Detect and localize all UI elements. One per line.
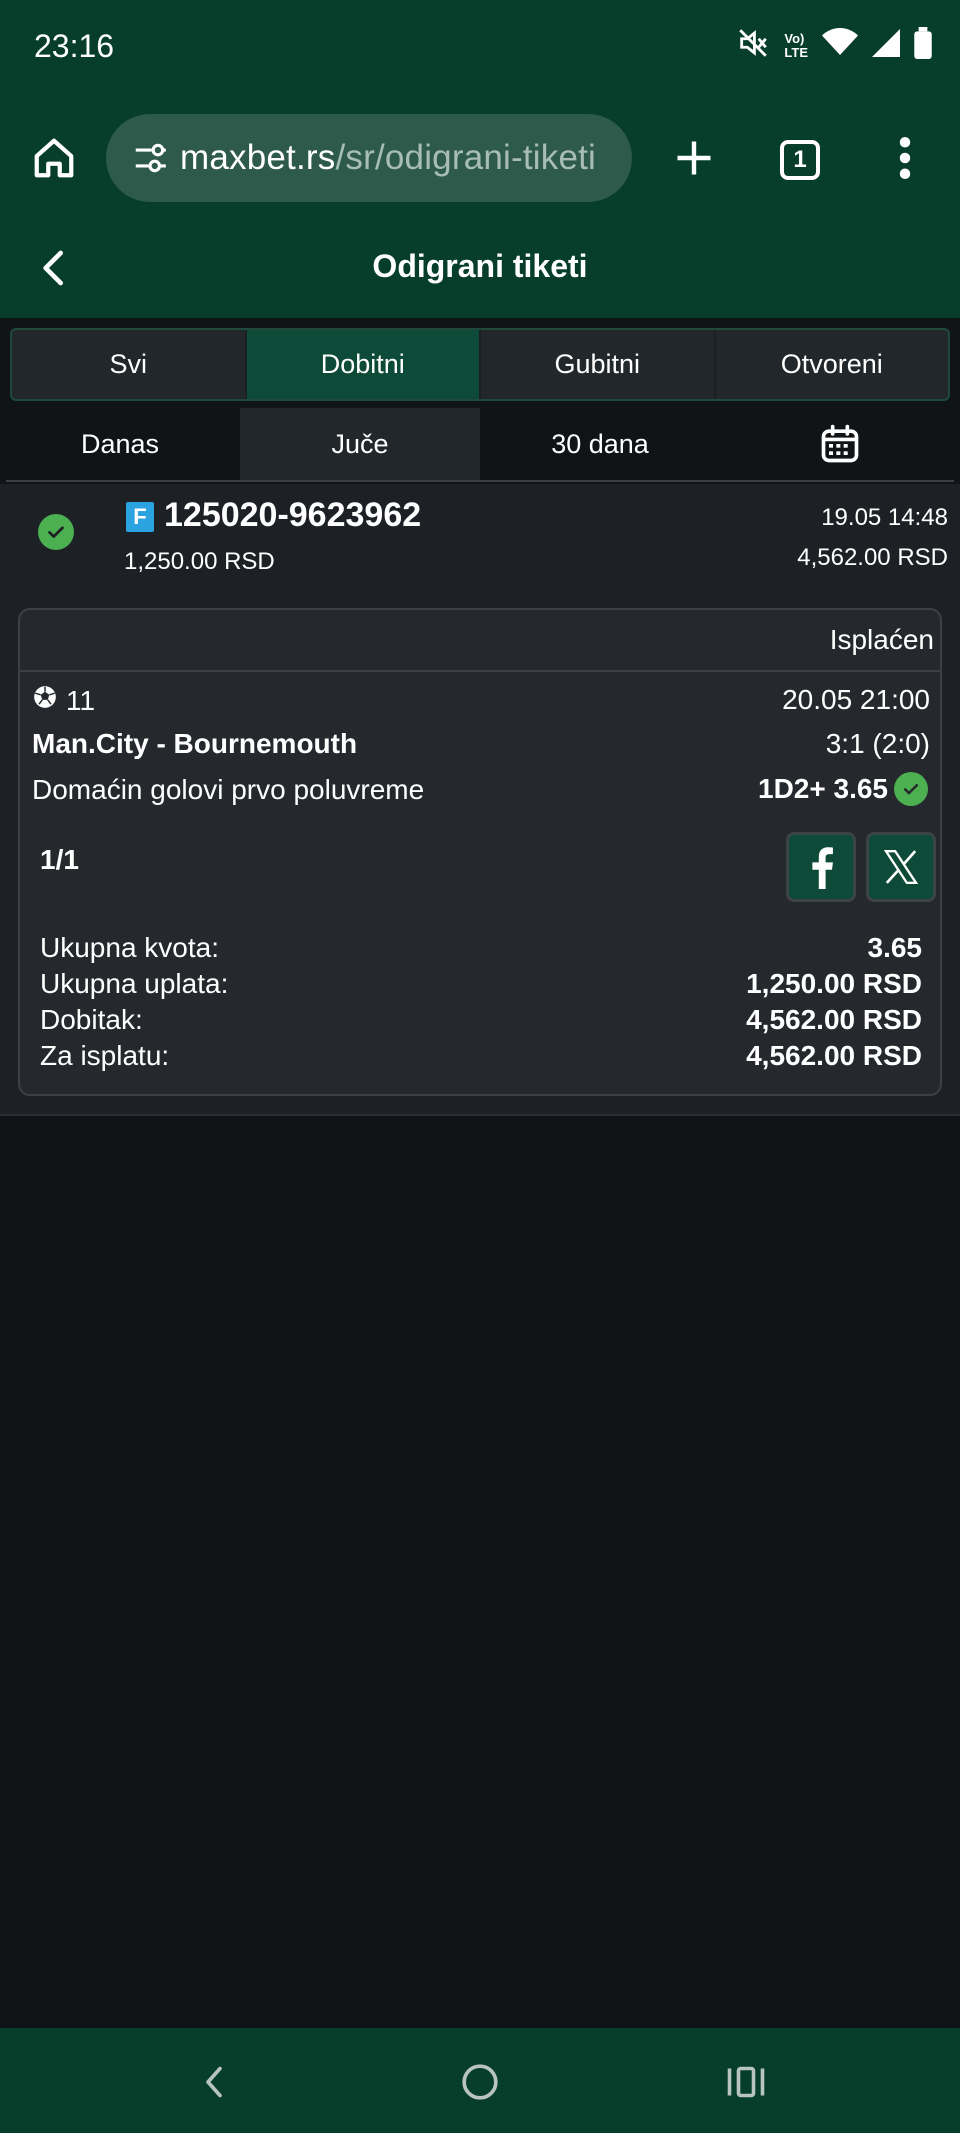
- total-odds-value: 3.65: [867, 932, 923, 963]
- chevron-left-icon: [43, 250, 64, 286]
- pick-and-odds: 1D2+ 3.65: [758, 773, 888, 804]
- payout-label: Za isplatu:: [40, 1040, 170, 1071]
- tab-open[interactable]: Otvoreni: [716, 330, 949, 399]
- match-code-row: 11: [32, 684, 95, 717]
- signal-icon: [872, 29, 900, 62]
- ticket-status-label: Isplaćen: [829, 624, 934, 655]
- status-icons: Vo) LTE: [736, 26, 932, 65]
- total-stake-label: Ukupna uplata:: [40, 968, 229, 999]
- match-datetime: 20.05 21:00: [782, 684, 930, 715]
- ticket-filter-tabs: Svi Dobitni Gubitni Otvoreni: [10, 328, 950, 401]
- address-bar[interactable]: maxbet.rs/sr/odigrani-tiketi: [106, 114, 632, 202]
- total-stake-value: 1,250.00 RSD: [746, 968, 922, 999]
- pick-row: 1D2+ 3.65: [758, 772, 928, 806]
- ticket-date: 19.05 14:48: [821, 504, 948, 531]
- win-label: Dobitak:: [40, 1004, 143, 1035]
- soccer-ball-icon: [32, 684, 58, 717]
- calendar-icon: [821, 424, 859, 463]
- recents-icon: [727, 2066, 765, 2098]
- tab-losing[interactable]: Gubitni: [481, 330, 716, 399]
- circle-home-icon: [462, 2064, 498, 2100]
- tab-switcher-button[interactable]: 1: [772, 132, 828, 188]
- page-title: Odigrani tiketi: [372, 248, 588, 284]
- ticket-type-badge: F: [126, 502, 154, 532]
- plus-icon: [677, 141, 711, 175]
- tab-winning[interactable]: Dobitni: [246, 330, 481, 399]
- period-30-days[interactable]: 30 dana: [480, 408, 720, 480]
- tab-count: 1: [780, 140, 820, 180]
- match-score: 3:1 (2:0): [825, 728, 930, 759]
- market-name: Domaćin golovi prvo poluvreme: [32, 774, 425, 805]
- period-yesterday[interactable]: Juče: [240, 408, 480, 480]
- nav-recents-button[interactable]: [716, 2052, 776, 2112]
- url-domain: maxbet.rs: [180, 138, 336, 177]
- status-bar: 23:16 Vo) LTE: [0, 0, 960, 100]
- system-navigation-bar: [0, 2028, 960, 2133]
- volte-icon: Vo) LTE: [784, 30, 808, 60]
- match-code: 11: [66, 684, 96, 716]
- match-name: Man.City - Bournemouth: [32, 728, 358, 759]
- ticket-detail-card: Isplaćen 11 20.05 21:00 Man.City - Bourn…: [18, 608, 942, 1096]
- ticket-stake: 1,250.00 RSD: [124, 548, 275, 575]
- browser-toolbar: maxbet.rs/sr/odigrani-tiketi 1: [0, 100, 960, 218]
- facebook-icon: [812, 847, 833, 889]
- divider: [6, 480, 954, 482]
- chevron-left-icon: [206, 2066, 222, 2098]
- new-tab-button[interactable]: [664, 128, 724, 188]
- url-path: /sr/odigrani-tiketi: [335, 138, 597, 177]
- period-calendar-button[interactable]: [720, 408, 960, 480]
- home-icon: [34, 138, 74, 178]
- wifi-icon: [822, 28, 858, 63]
- period-today[interactable]: Danas: [0, 408, 240, 480]
- back-button[interactable]: [26, 240, 82, 296]
- ticket-item[interactable]: F 125020-9623962 1,250.00 RSD 19.05 14:4…: [0, 484, 960, 1116]
- check-circle-icon: [38, 514, 74, 550]
- x-logo-icon: [883, 850, 919, 884]
- status-time: 23:16: [34, 28, 115, 64]
- home-button[interactable]: [26, 130, 82, 186]
- combination-count: 1/1: [40, 844, 79, 875]
- nav-home-button[interactable]: [450, 2052, 510, 2112]
- check-circle-icon: [894, 772, 928, 806]
- total-odds-label: Ukupna kvota:: [40, 932, 219, 963]
- mute-icon: [736, 26, 770, 65]
- period-tabs: Danas Juče 30 dana: [0, 408, 960, 480]
- page-header: Odigrani tiketi: [0, 218, 960, 318]
- url-text: maxbet.rs/sr/odigrani-tiketi: [180, 138, 596, 178]
- ticket-id: 125020-9623962: [164, 496, 422, 534]
- payout-value: 4,562.00 RSD: [746, 1040, 922, 1071]
- win-value: 4,562.00 RSD: [746, 1004, 922, 1035]
- ticket-payout: 4,562.00 RSD: [797, 544, 948, 571]
- nav-back-button[interactable]: [184, 2052, 244, 2112]
- battery-icon: [914, 27, 932, 64]
- share-facebook-button[interactable]: [786, 832, 856, 902]
- share-x-button[interactable]: [866, 832, 936, 902]
- site-settings-icon[interactable]: [120, 128, 180, 188]
- tab-all[interactable]: Svi: [12, 330, 247, 399]
- more-vert-icon: [899, 137, 911, 179]
- ticket-status-row: Isplaćen: [20, 610, 940, 672]
- browser-menu-button[interactable]: [880, 128, 930, 188]
